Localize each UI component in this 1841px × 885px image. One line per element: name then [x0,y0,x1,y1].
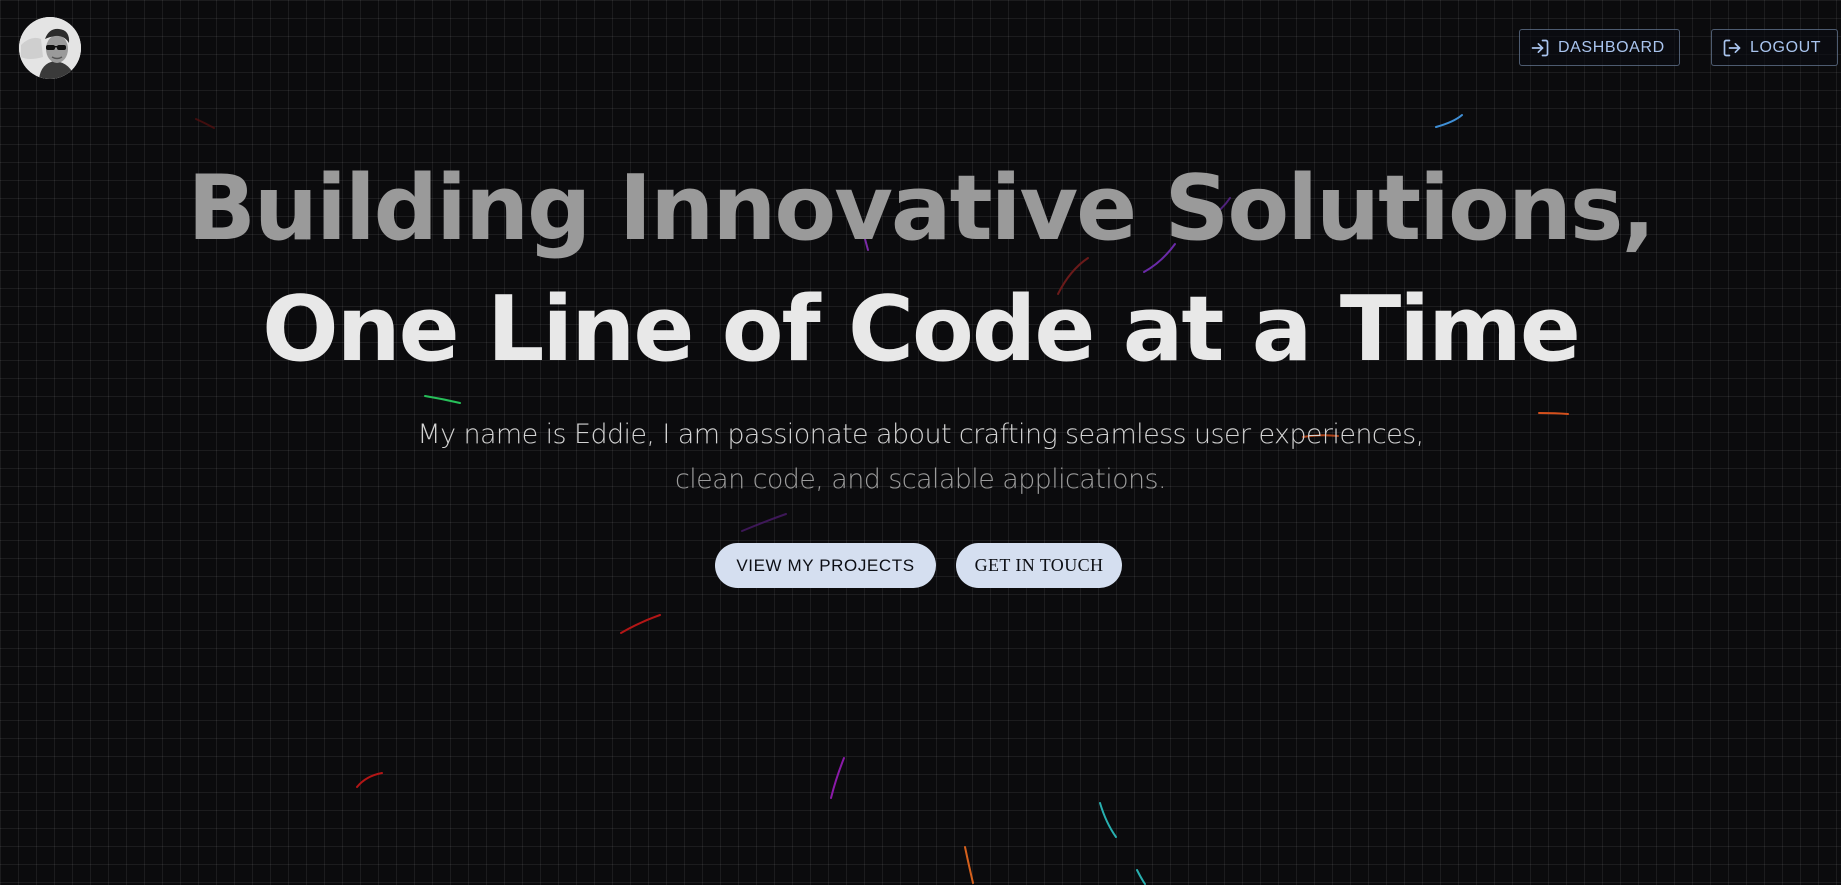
streak [620,614,661,634]
logout-icon [1723,39,1741,56]
landing-page: DASHBOARD LOGOUT Building Innovative Sol… [0,0,1841,885]
hero-title-line-1: Building Innovative Solutions, [187,156,1655,261]
view-projects-button[interactable]: VIEW MY PROJECTS [715,543,936,588]
dashboard-label: DASHBOARD [1558,38,1665,56]
streak [195,118,215,129]
hero-subtitle: My name is Eddie, I am passionate about … [0,412,1841,502]
login-icon [1531,39,1549,56]
avatar[interactable] [19,17,81,79]
streak [1435,114,1463,128]
streak [964,846,974,884]
logout-button[interactable]: LOGOUT [1711,29,1838,66]
hero-subtitle-line-2: clean code, and scalable applications. [675,464,1167,495]
dashboard-button[interactable]: DASHBOARD [1519,29,1680,66]
streak [830,757,845,799]
hero-title: Building Innovative Solutions, One Line … [0,148,1841,390]
streak [741,513,787,532]
streak [1099,802,1117,838]
hero-subtitle-line-1: My name is Eddie, I am passionate about … [417,419,1424,450]
streak [424,395,461,404]
profile-photo [19,17,81,79]
logout-label: LOGOUT [1750,38,1822,56]
hero-title-line-2: One Line of Code at a Time [262,277,1581,382]
streak [1136,869,1146,885]
get-in-touch-button[interactable]: GET IN TOUCH [956,543,1122,588]
streak [356,772,383,788]
